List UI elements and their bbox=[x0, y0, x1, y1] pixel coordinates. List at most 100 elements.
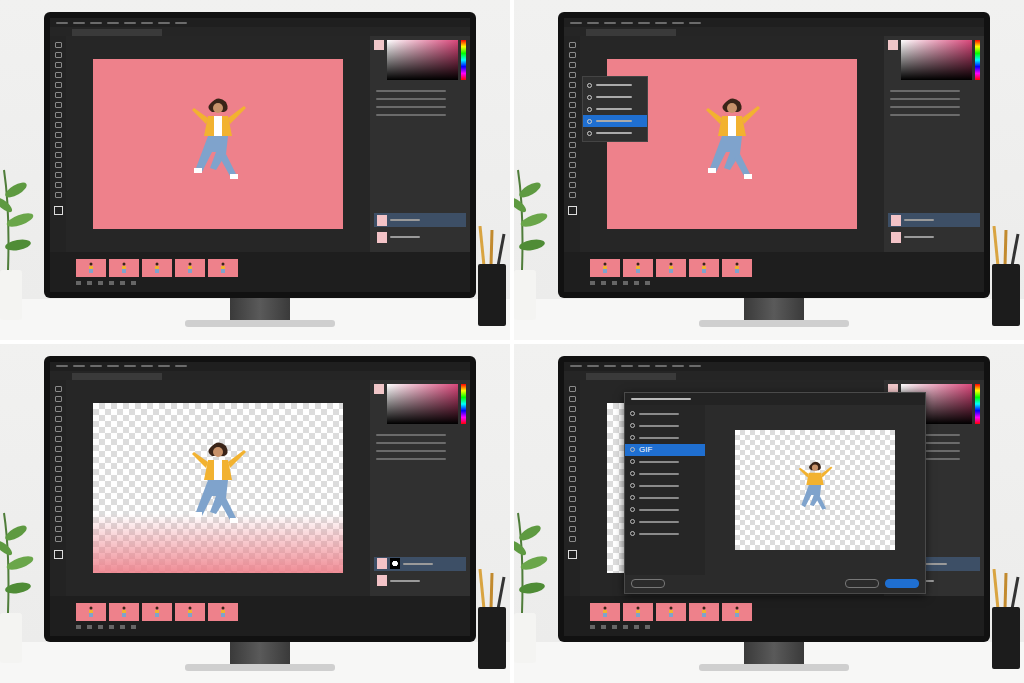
tool-icon[interactable] bbox=[569, 466, 576, 472]
tool-icon[interactable] bbox=[569, 102, 576, 108]
playback-control-icon[interactable] bbox=[120, 281, 125, 285]
menu-item[interactable] bbox=[56, 22, 68, 24]
timeline-frame[interactable] bbox=[590, 603, 620, 621]
menu-item[interactable] bbox=[604, 22, 616, 24]
playback-control-icon[interactable] bbox=[109, 625, 114, 629]
timeline-frame[interactable] bbox=[208, 259, 238, 277]
tool-icon[interactable] bbox=[569, 62, 576, 68]
layer-row[interactable] bbox=[374, 213, 466, 227]
playback-control-icon[interactable] bbox=[623, 281, 628, 285]
tool-icon[interactable] bbox=[569, 496, 576, 502]
tool-menu-item[interactable] bbox=[583, 103, 647, 115]
property-row[interactable] bbox=[376, 450, 446, 452]
color-swatch-icon[interactable] bbox=[568, 206, 577, 215]
property-row[interactable] bbox=[376, 458, 446, 460]
menu-item[interactable] bbox=[604, 365, 616, 367]
tool-icon[interactable] bbox=[55, 92, 62, 98]
document-tab[interactable] bbox=[586, 373, 676, 380]
menu-item[interactable] bbox=[107, 22, 119, 24]
tool-icon[interactable] bbox=[569, 536, 576, 542]
timeline-frame[interactable] bbox=[689, 259, 719, 277]
tool-icon[interactable] bbox=[569, 112, 576, 118]
tool-icon[interactable] bbox=[569, 152, 576, 158]
dialog-button[interactable] bbox=[845, 579, 879, 588]
tool-icon[interactable] bbox=[55, 426, 62, 432]
format-item[interactable] bbox=[625, 432, 705, 444]
tool-icon[interactable] bbox=[569, 476, 576, 482]
tool-icon[interactable] bbox=[55, 496, 62, 502]
format-item[interactable] bbox=[625, 468, 705, 480]
playback-control-icon[interactable] bbox=[634, 625, 639, 629]
timeline-frame[interactable] bbox=[109, 259, 139, 277]
tool-icon[interactable] bbox=[55, 506, 62, 512]
format-item[interactable] bbox=[625, 456, 705, 468]
playback-control-icon[interactable] bbox=[87, 625, 92, 629]
tool-icon[interactable] bbox=[569, 426, 576, 432]
property-row[interactable] bbox=[376, 90, 446, 92]
property-row[interactable] bbox=[890, 90, 960, 92]
tool-icon[interactable] bbox=[55, 132, 62, 138]
property-row[interactable] bbox=[376, 434, 446, 436]
menu-item[interactable] bbox=[587, 365, 599, 367]
menu-item[interactable] bbox=[124, 365, 136, 367]
menu-item[interactable] bbox=[655, 22, 667, 24]
layer-row[interactable] bbox=[374, 557, 466, 571]
tool-icon[interactable] bbox=[569, 192, 576, 198]
playback-control-icon[interactable] bbox=[645, 625, 650, 629]
menu-item[interactable] bbox=[158, 22, 170, 24]
playback-control-icon[interactable] bbox=[76, 625, 81, 629]
tool-icon[interactable] bbox=[55, 62, 62, 68]
tool-icon[interactable] bbox=[569, 82, 576, 88]
tool-icon[interactable] bbox=[55, 102, 62, 108]
hue-slider[interactable] bbox=[461, 384, 466, 424]
menu-item[interactable] bbox=[175, 365, 187, 367]
tool-icon[interactable] bbox=[55, 52, 62, 58]
menu-item[interactable] bbox=[90, 365, 102, 367]
menu-item[interactable] bbox=[73, 22, 85, 24]
menu-item[interactable] bbox=[638, 365, 650, 367]
tool-icon[interactable] bbox=[55, 42, 62, 48]
menu-item[interactable] bbox=[621, 365, 633, 367]
tool-icon[interactable] bbox=[55, 386, 62, 392]
tool-icon[interactable] bbox=[55, 112, 62, 118]
playback-control-icon[interactable] bbox=[98, 281, 103, 285]
tool-icon[interactable] bbox=[55, 466, 62, 472]
timeline-frame[interactable] bbox=[208, 603, 238, 621]
layer-row[interactable] bbox=[888, 213, 980, 227]
tool-icon[interactable] bbox=[569, 182, 576, 188]
swatch-icon[interactable] bbox=[888, 40, 898, 50]
menu-item[interactable] bbox=[124, 22, 136, 24]
document-tab[interactable] bbox=[72, 373, 162, 380]
property-row[interactable] bbox=[890, 106, 960, 108]
timeline-frame[interactable] bbox=[623, 603, 653, 621]
tool-icon[interactable] bbox=[569, 132, 576, 138]
menu-item[interactable] bbox=[570, 22, 582, 24]
tool-menu-item[interactable] bbox=[583, 115, 647, 127]
menu-item[interactable] bbox=[655, 365, 667, 367]
tool-icon[interactable] bbox=[55, 536, 62, 542]
menu-item[interactable] bbox=[638, 22, 650, 24]
tool-icon[interactable] bbox=[569, 456, 576, 462]
menu-item[interactable] bbox=[587, 22, 599, 24]
document-tab[interactable] bbox=[586, 29, 676, 36]
tool-icon[interactable] bbox=[55, 162, 62, 168]
color-swatch-icon[interactable] bbox=[54, 206, 63, 215]
menu-item[interactable] bbox=[107, 365, 119, 367]
menu-item[interactable] bbox=[175, 22, 187, 24]
tool-icon[interactable] bbox=[55, 172, 62, 178]
tool-icon[interactable] bbox=[569, 72, 576, 78]
playback-control-icon[interactable] bbox=[634, 281, 639, 285]
format-item[interactable] bbox=[625, 516, 705, 528]
menu-item[interactable] bbox=[621, 22, 633, 24]
color-picker[interactable] bbox=[387, 40, 458, 80]
timeline-frame[interactable] bbox=[175, 259, 205, 277]
swatch-icon[interactable] bbox=[374, 384, 384, 394]
menu-item[interactable] bbox=[689, 22, 701, 24]
menu-item[interactable] bbox=[672, 365, 684, 367]
tool-menu-item[interactable] bbox=[583, 127, 647, 139]
tool-icon[interactable] bbox=[569, 386, 576, 392]
playback-control-icon[interactable] bbox=[645, 281, 650, 285]
tool-icon[interactable] bbox=[569, 396, 576, 402]
playback-control-icon[interactable] bbox=[601, 281, 606, 285]
timeline-frame[interactable] bbox=[109, 603, 139, 621]
